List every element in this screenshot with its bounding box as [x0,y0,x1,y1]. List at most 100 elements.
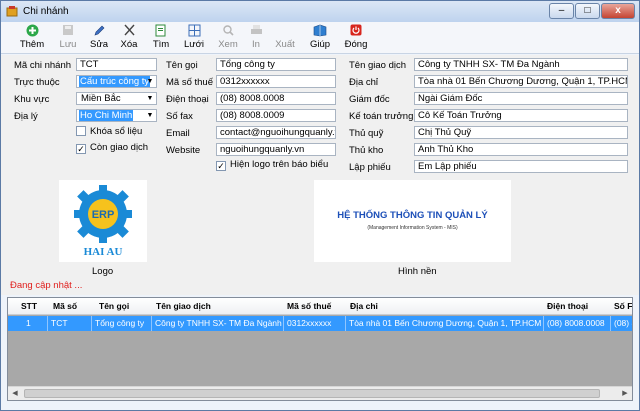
banner-subtitle: (Management Information System - MIS) [367,225,458,231]
checkbox-empty-icon [76,126,86,136]
logo-erp-text: ERP [92,209,115,221]
table-cell: Tổng công ty [92,316,152,331]
checkbox-checked-icon: ✓ [76,144,86,154]
pencil-icon [83,24,115,38]
add-button[interactable]: Thêm [16,24,48,52]
chevron-down-icon[interactable]: ▼ [145,93,155,104]
column-header[interactable]: Mã số [50,299,92,314]
delete-button[interactable]: Xóa [113,24,145,52]
close-window-button[interactable]: x [601,3,635,19]
export-button[interactable]: Xuất [269,24,301,52]
email-label: Email [166,128,190,139]
help-button[interactable]: Giúp [304,24,336,52]
region-combo[interactable]: Miền Bắc ▼ [76,92,157,105]
accountant-field[interactable]: Cô Kế Toán Trưởng [414,109,628,122]
checkbox-checked-icon: ✓ [216,161,226,171]
printer-icon [240,24,272,38]
geo-combo-value: Ho Chi Minh [79,110,134,121]
fax-label: Số fax [166,111,193,122]
power-icon [340,24,372,38]
fax-field[interactable]: (08) 8008.0009 [216,109,336,122]
save-button[interactable]: Lưu [52,24,84,52]
branch-table[interactable]: STT Mã số Tên gọi Tên giao dịch Mã số th… [7,297,633,401]
edit-button[interactable]: Sửa [83,24,115,52]
phone-label: Điện thoại [166,94,209,105]
invoicer-field[interactable]: Em Lập phiếu [414,160,628,173]
table-cell: TCT [48,316,92,331]
tax-field[interactable]: 0312xxxxxx [216,75,336,88]
accountant-label: Kế toán trưởng [349,111,414,122]
geo-label: Địa lý [14,111,38,122]
help-book-icon [304,24,336,38]
cashier-label: Thủ quỹ [349,128,384,139]
column-header[interactable]: Điện thoại [544,299,610,314]
cashier-field[interactable]: Chị Thủ Quỹ [414,126,628,139]
window-title: Chi nhánh [23,6,69,17]
column-header[interactable]: Số Fa [611,299,632,314]
column-header[interactable]: Mã số thuế [284,299,346,314]
find-icon [145,24,177,38]
scroll-right-icon[interactable]: ▶ [618,387,632,400]
toolbar: Thêm Lưu Sửa Xóa Tìm Lưới Xem In Xuất Gi… [1,22,639,54]
print-button[interactable]: In [240,24,272,52]
parent-combo[interactable]: Cấu trúc công ty ▼ [76,75,157,88]
banner-title: HỆ THỐNG THÔNG TIN QUẢN LÝ [337,210,488,221]
address-field[interactable]: Tòa nhà 01 Bến Chương Dương, Quận 1, TP.… [414,75,628,88]
storekeeper-label: Thủ kho [349,145,384,156]
horizontal-scrollbar[interactable]: ◀ ▶ [8,386,632,400]
chevron-down-icon[interactable]: ▼ [145,110,155,121]
scroll-left-icon[interactable]: ◀ [8,387,22,400]
trading-checkbox[interactable]: ✓ Còn giao dịch [76,142,148,154]
minimize-button[interactable]: – [549,3,574,19]
column-header[interactable]: Tên gọi [96,299,151,314]
table-cell: Tòa nhà 01 Bến Chương Dương, Quận 1, TP.… [346,316,544,331]
tax-label: Mã số thuế [166,77,213,88]
lock-books-checkbox[interactable]: Khóa sổ liệu [76,126,142,137]
grid-button[interactable]: Lưới [178,24,210,52]
close-button[interactable]: Đóng [340,24,372,52]
trade-name-field[interactable]: Công ty TNHH SX- TM Đa Ngành [414,58,628,71]
background-image[interactable]: HỆ THỐNG THÔNG TIN QUẢN LÝ (Management I… [314,180,511,262]
column-header[interactable]: Địa chỉ [347,299,543,314]
table-cell: 1 [8,316,48,331]
website-field[interactable]: nguoihungquanly.vn [216,143,336,156]
column-header[interactable]: Tên giao dịch [153,299,283,314]
director-label: Giám đốc [349,94,390,105]
find-button[interactable]: Tìm [145,24,177,52]
table-cell: (08) 8 [611,316,632,331]
logo-brand-text: HAI AU [84,246,123,258]
maximize-button[interactable]: □ [575,3,600,19]
chevron-down-icon[interactable]: ▼ [145,76,155,87]
name-field[interactable]: Tổng công ty [216,58,336,71]
add-icon [16,24,48,38]
geo-combo[interactable]: Ho Chi Minh ▼ [76,109,157,122]
table-row[interactable]: 1 TCT Tổng công ty Công ty TNHH SX- TM Đ… [8,316,632,331]
website-label: Website [166,145,201,156]
logo-image[interactable]: ERP HAI AU [59,180,147,262]
app-icon [6,6,18,17]
export-icon [269,24,301,38]
table-cell: 0312xxxxxx [284,316,346,331]
address-label: Địa chỉ [349,77,379,88]
grid-icon [178,24,210,38]
scissors-icon [113,24,145,38]
invoicer-label: Lập phiếu [349,162,391,173]
director-field[interactable]: Ngài Giám Đốc [414,92,628,105]
table-header: STT Mã số Tên gọi Tên giao dịch Mã số th… [8,298,632,315]
email-field[interactable]: contact@nguoihungquanly.vn [216,126,336,139]
scroll-thumb[interactable] [24,389,600,398]
title-bar: Chi nhánh – □ x [1,1,639,22]
branch-code-field[interactable]: TCT [76,58,157,71]
storekeeper-field[interactable]: Anh Thủ Kho [414,143,628,156]
column-header[interactable]: STT [18,299,48,314]
phone-field[interactable]: (08) 8008.0008 [216,92,336,105]
logo-caption: Logo [92,266,114,277]
trade-name-label: Tên giao dịch [349,60,407,71]
region-combo-value: Miền Bắc [81,93,121,104]
status-text: Đang cập nhật ... [10,280,83,291]
parent-combo-value: Cấu trúc công ty [79,76,151,87]
background-caption: Hình nền [398,266,437,277]
branch-code-label: Mã chi nhánh [14,60,72,71]
show-logo-checkbox[interactable]: ✓ Hiện logo trên báo biểu [216,159,328,171]
table-cell: (08) 8008.0008 [544,316,611,331]
